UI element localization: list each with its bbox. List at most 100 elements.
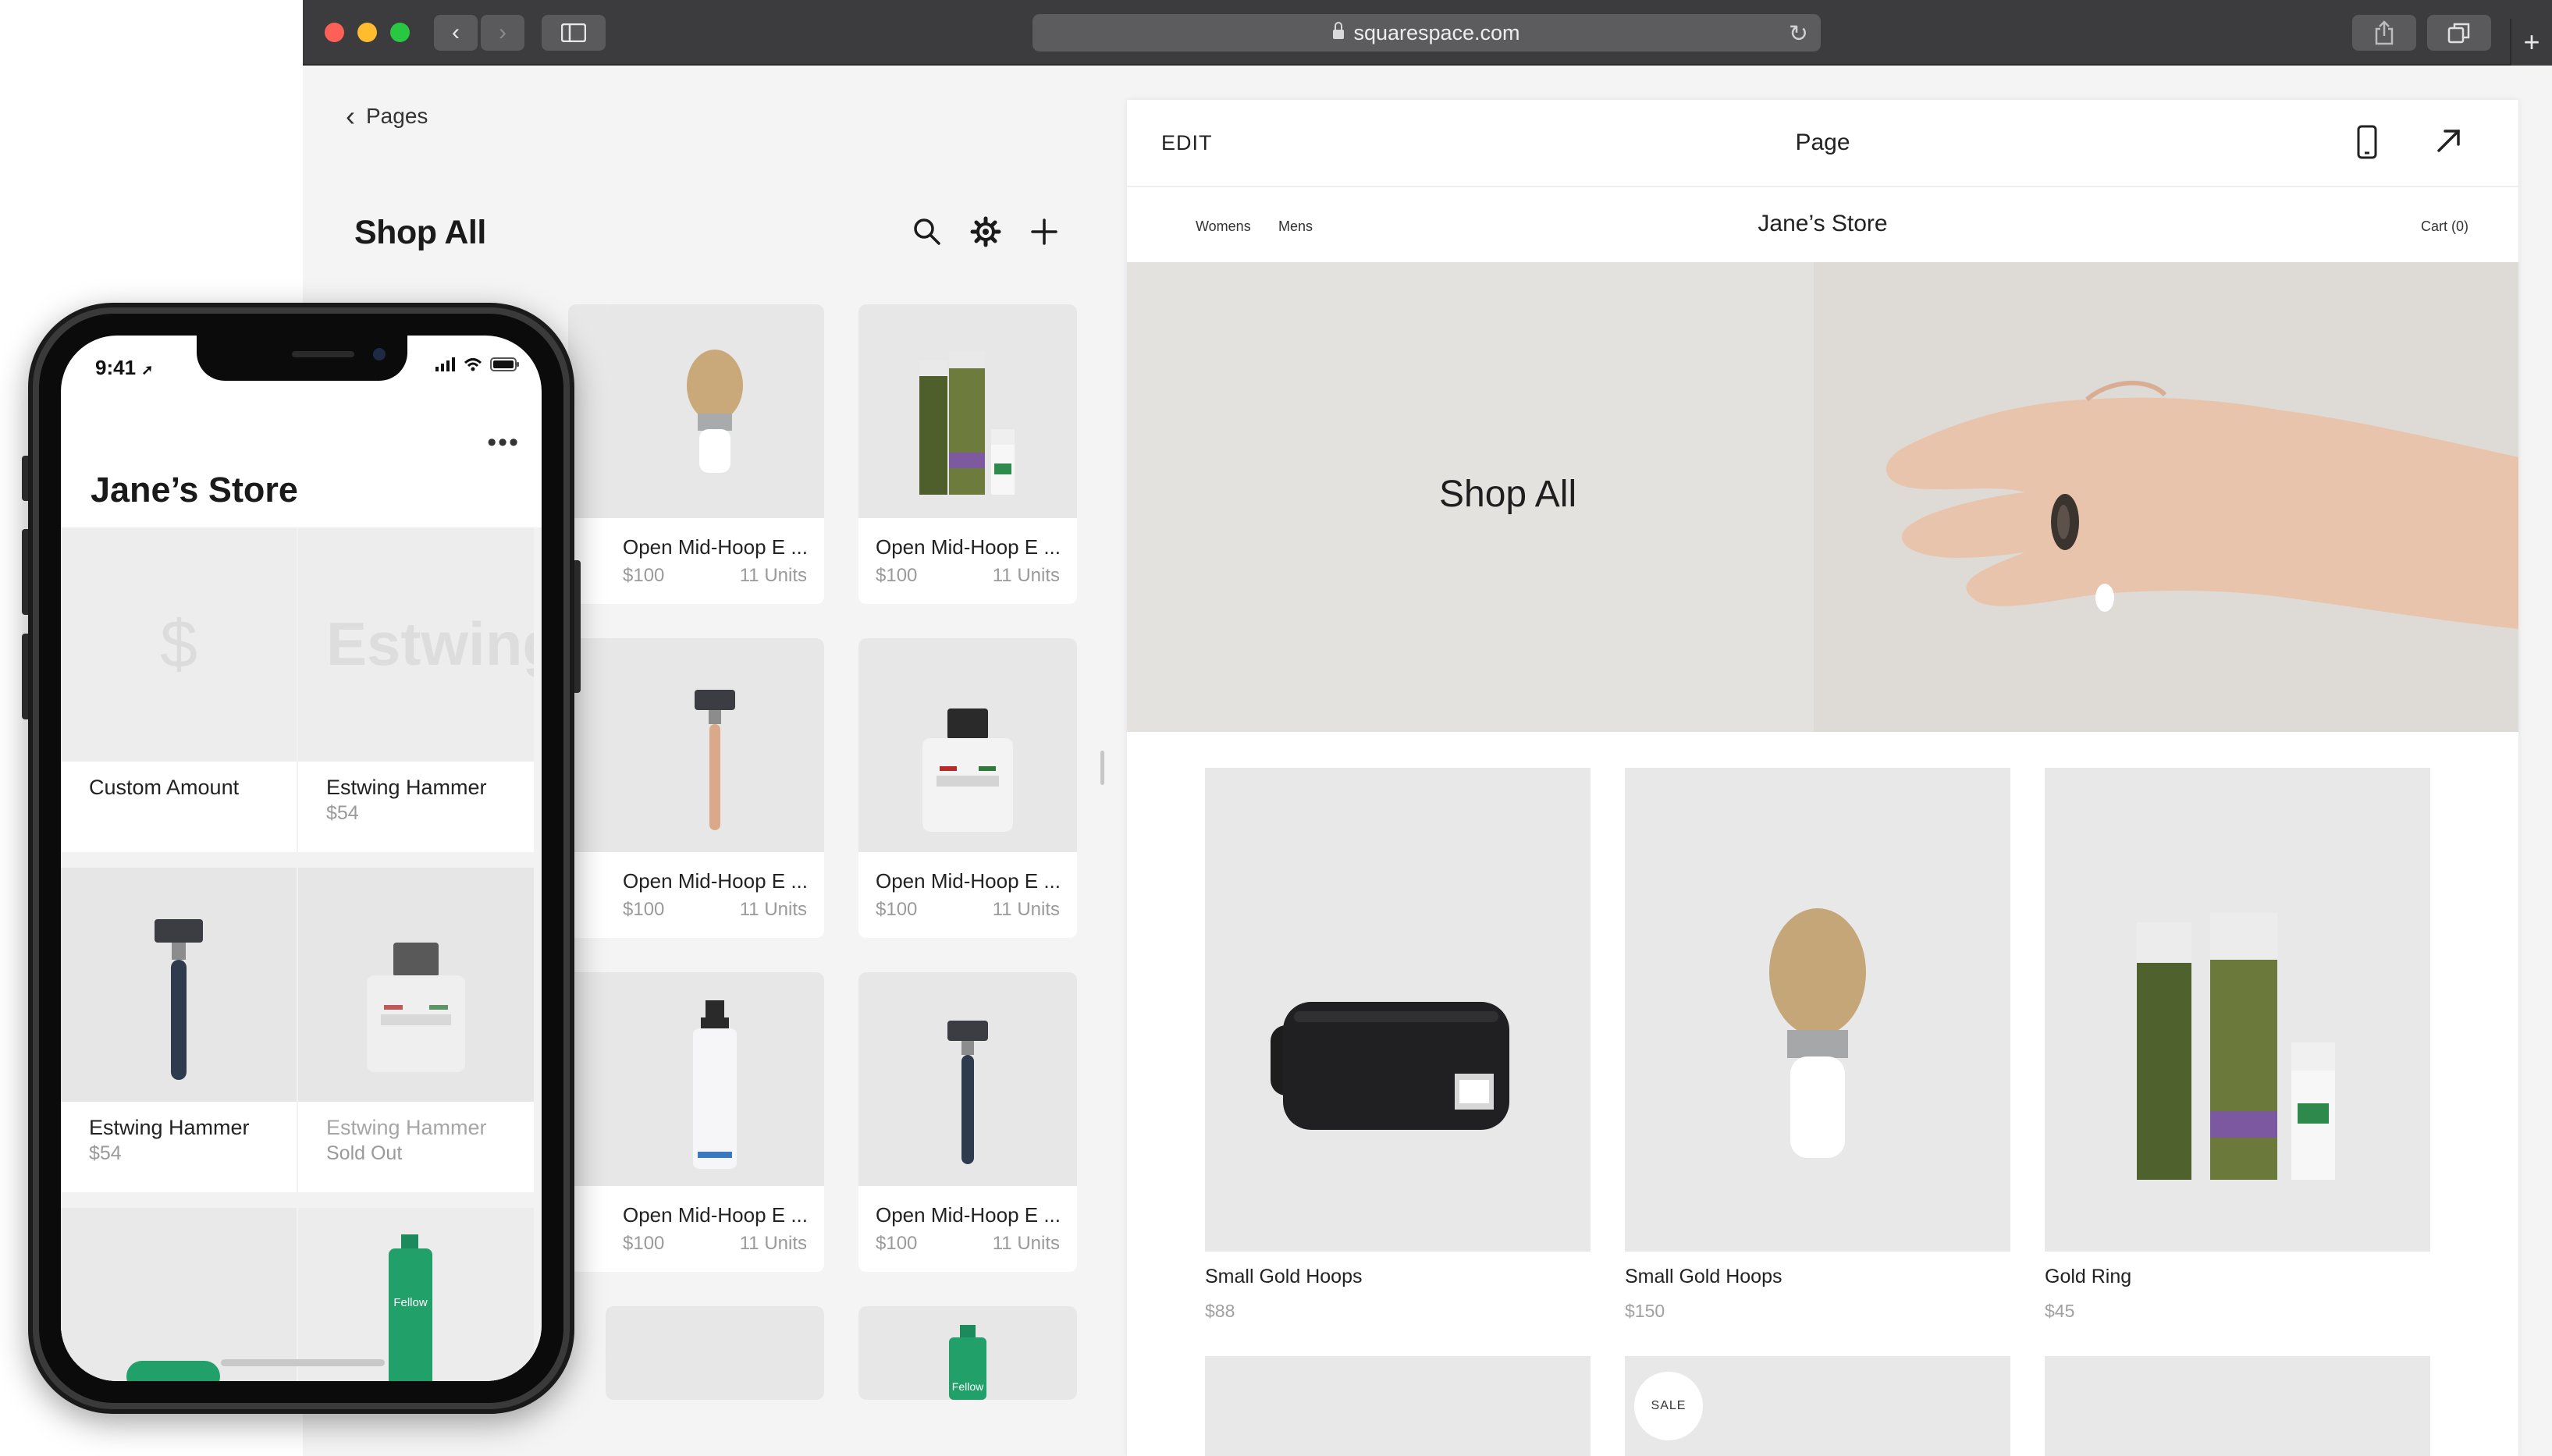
product-card[interactable]: Open Mid-Hoop E ... $100 11 Units <box>606 304 824 604</box>
product-tile[interactable]: Estwing Hammer $54 <box>61 868 297 1192</box>
tile-name: Estwing Hammer <box>326 776 487 799</box>
product-card[interactable]: Open Mid-Hoop E ... $100 11 Units <box>606 972 824 1272</box>
tabs-overview-button[interactable] <box>2427 15 2491 51</box>
minimize-window-button[interactable] <box>357 23 377 42</box>
dollar-icon: $ <box>160 606 197 682</box>
product-thumbnail <box>606 638 824 852</box>
volume-down-button <box>22 634 28 719</box>
product-thumbnail <box>606 972 824 1186</box>
tile-name: Custom Amount <box>89 776 240 799</box>
product-price: $45 <box>2045 1301 2075 1321</box>
url-text: squarespace.com <box>1353 20 1520 44</box>
hand-ring-image <box>1814 262 2518 732</box>
maximize-window-button[interactable] <box>390 23 410 42</box>
home-indicator[interactable] <box>221 1359 385 1366</box>
store-product-item[interactable] <box>1205 1356 1591 1456</box>
preview-page-title: Page <box>1795 130 1850 155</box>
toiletry-bag-icon <box>1271 1002 1509 1130</box>
tile-thumbnail-text: Estwing <box>326 609 534 678</box>
back-to-pages-link[interactable]: ‹ Pages <box>346 100 428 133</box>
product-name: Open Mid-Hoop E ... <box>876 1203 1061 1227</box>
product-card[interactable]: Open Mid-Hoop E ... $100 11 Units <box>858 638 1077 938</box>
hero-title: Shop All <box>1439 474 1577 515</box>
cart-link[interactable]: Cart (0) <box>2421 218 2468 235</box>
product-name: Open Mid-Hoop E ... <box>623 1203 808 1227</box>
lock-icon <box>1333 22 1345 39</box>
product-thumbnail <box>858 972 1077 1186</box>
product-card[interactable]: Open Mid-Hoop E ... $100 11 Units <box>858 304 1077 604</box>
product-thumbnail <box>606 304 824 518</box>
back-label: Pages <box>366 104 428 128</box>
product-tile[interactable] <box>61 1208 297 1381</box>
sidebar-toggle-button[interactable] <box>542 15 606 51</box>
product-card[interactable] <box>606 1306 824 1400</box>
page-title: Shop All <box>354 214 486 251</box>
product-image <box>2045 768 2430 1252</box>
store-product-item[interactable]: Gold Ring $45 <box>2045 768 2430 1322</box>
settings-button[interactable] <box>966 212 1005 251</box>
pump-bottle-icon <box>693 1000 737 1169</box>
add-product-button[interactable] <box>1025 212 1064 251</box>
jar-icon <box>922 708 1013 832</box>
product-units: 11 Units <box>992 1233 1060 1254</box>
mute-switch <box>22 456 28 501</box>
product-tile[interactable]: Fellow <box>298 1208 534 1381</box>
external-link-icon[interactable] <box>2435 126 2463 154</box>
product-price: $100 <box>876 899 918 920</box>
green-bottle-icon: Fellow <box>949 1325 986 1400</box>
product-card[interactable]: Open Mid-Hoop E ... $100 11 Units <box>858 972 1077 1272</box>
store-product-item[interactable]: Small Gold Hoops $88 <box>1205 768 1591 1322</box>
browser-window: ‹ › squarespace.com ↻ + ‹ Pages Shop All <box>303 0 2552 1456</box>
tabs-icon <box>2447 23 2470 44</box>
mobile-preview-icon[interactable] <box>2357 125 2377 159</box>
razor-icon <box>695 690 735 830</box>
product-tile[interactable]: Estwing Estwing Hammer $54 <box>298 527 534 852</box>
tile-thumbnail: Estwing <box>298 527 534 762</box>
app-title: Jane’s Store <box>91 470 298 510</box>
plus-icon: + <box>2523 26 2540 58</box>
address-bar[interactable]: squarespace.com ↻ <box>1033 14 1821 51</box>
status-time: 9:41 ➚ <box>95 356 154 379</box>
bottles-icon <box>919 351 1015 495</box>
battery-icon <box>490 357 519 371</box>
close-window-button[interactable] <box>325 23 344 42</box>
product-tile[interactable]: Estwing Hammer Sold Out <box>298 868 534 1192</box>
product-price: $100 <box>623 899 665 920</box>
reload-icon[interactable]: ↻ <box>1789 20 1808 48</box>
product-thumbnail <box>858 638 1077 852</box>
product-grid: $ Custom Amount Estwing Estwing Hammer $… <box>61 527 542 1381</box>
tile-price: $54 <box>326 802 359 824</box>
product-price: $100 <box>623 1233 665 1254</box>
product-image <box>1205 768 1591 1252</box>
razor-icon <box>155 919 203 1080</box>
location-arrow-icon: ➚ <box>141 362 154 378</box>
share-button[interactable] <box>2352 15 2416 51</box>
product-tile[interactable]: $ Custom Amount <box>61 527 297 852</box>
product-card[interactable]: Fellow <box>858 1306 1077 1400</box>
tile-thumbnail <box>61 1208 297 1381</box>
status-icons <box>435 357 520 371</box>
search-button[interactable] <box>908 212 947 251</box>
new-tab-button[interactable]: + <box>2510 19 2552 66</box>
panel-resize-handle[interactable] <box>1100 751 1104 785</box>
store-product-item[interactable]: Small Gold Hoops $150 <box>1625 768 2010 1322</box>
tile-thumbnail: Fellow <box>298 1208 534 1381</box>
signal-icon <box>435 357 455 371</box>
green-bottle-icon: Fellow <box>389 1234 432 1381</box>
store-product-item[interactable] <box>2045 1356 2430 1456</box>
product-price: $100 <box>876 565 918 586</box>
back-button[interactable]: ‹ <box>434 15 478 51</box>
bottle-label: Fellow <box>393 1296 428 1309</box>
product-name: Small Gold Hoops <box>1205 1266 1363 1287</box>
speaker-grille <box>292 351 354 357</box>
product-units: 11 Units <box>992 899 1060 920</box>
tile-name: Estwing Hammer <box>89 1116 250 1139</box>
product-price: $150 <box>1625 1301 1665 1321</box>
forward-button[interactable]: › <box>481 15 524 51</box>
product-card[interactable]: Open Mid-Hoop E ... $100 11 Units <box>606 638 824 938</box>
store-product-item[interactable]: SALE <box>1625 1356 2010 1456</box>
more-options-button[interactable]: ••• <box>487 428 520 458</box>
shaving-brush-icon <box>687 350 743 473</box>
store-name[interactable]: Jane’s Store <box>1127 211 2518 237</box>
preview-header: EDIT Page <box>1127 100 2518 187</box>
